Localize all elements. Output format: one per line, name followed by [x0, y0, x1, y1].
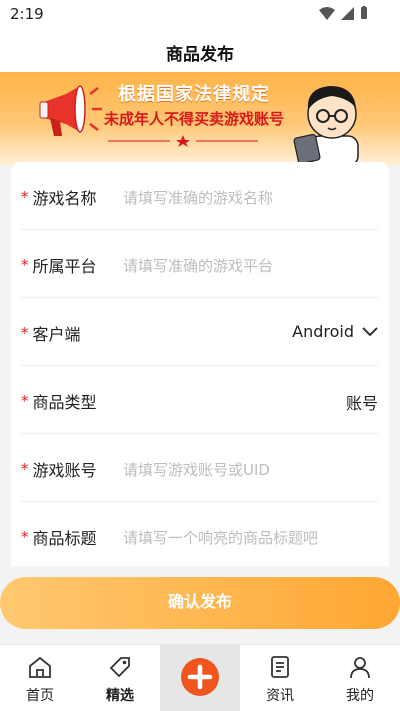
client-label: 客户端	[32, 325, 81, 344]
battery-icon	[361, 6, 367, 19]
required-mark: *	[21, 256, 29, 274]
required-mark: *	[21, 460, 29, 478]
megaphone-icon	[39, 85, 102, 136]
nav-item-home[interactable]: 首页	[0, 645, 80, 711]
banner-line-1: 根据国家法律规定	[118, 84, 270, 105]
signal-icon	[341, 6, 354, 20]
boy-with-phone-illustration	[293, 86, 359, 166]
home-icon	[29, 656, 51, 678]
product-type-label: 商品类型	[32, 393, 97, 412]
nav-item-mine[interactable]: 我的	[320, 645, 400, 711]
platform-label: 所属平台	[32, 257, 97, 276]
publish-form: * 游戏名称 请填写准确的游戏名称 * 所属平台 请填写准确的游戏平台 * 客户端 A…	[11, 162, 389, 566]
required-mark: *	[21, 188, 29, 206]
divider-star-icon	[108, 135, 258, 147]
nav-label-home: 首页	[26, 688, 54, 704]
page-header: 商品发布	[0, 28, 400, 72]
nav-item-publish[interactable]	[160, 645, 240, 711]
nav-label-news: 资讯	[266, 688, 294, 704]
game-account-row[interactable]: * 游戏账号 请填写游戏账号或UID	[21, 434, 378, 502]
platform-input[interactable]: 请填写准确的游戏平台	[123, 255, 273, 276]
banner-line-2: 未成年人不得买卖游戏账号	[104, 110, 285, 128]
client-select[interactable]: Android	[292, 322, 378, 341]
game-account-label: 游戏账号	[32, 461, 97, 480]
nav-label-mine: 我的	[346, 688, 374, 704]
bottom-nav: 首页 精选 资讯 我的	[0, 644, 400, 711]
product-title-input[interactable]: 请填写一个响亮的商品标题吧	[123, 527, 318, 548]
plus-icon	[181, 658, 219, 696]
chevron-down-icon	[362, 326, 378, 336]
wifi-icon	[319, 6, 335, 20]
game-name-row[interactable]: * 游戏名称 请填写准确的游戏名称	[21, 162, 378, 230]
game-name-label: 游戏名称	[32, 189, 97, 208]
product-title-row[interactable]: * 商品标题 请填写一个响亮的商品标题吧	[21, 502, 378, 566]
nav-label-featured: 精选	[106, 688, 134, 704]
status-icons	[319, 6, 368, 20]
confirm-area: 确认发布	[0, 566, 400, 644]
game-name-input[interactable]: 请填写准确的游戏名称	[123, 187, 273, 208]
nav-item-featured[interactable]: 精选	[80, 645, 160, 711]
status-time: 2:19	[10, 5, 44, 23]
confirm-publish-button[interactable]: 确认发布	[0, 577, 400, 629]
client-row[interactable]: * 客户端 Android	[21, 298, 378, 366]
product-type-value[interactable]: 账号	[346, 390, 378, 414]
page-title: 商品发布	[166, 45, 234, 65]
platform-row[interactable]: * 所属平台 请填写准确的游戏平台	[21, 230, 378, 298]
notice-banner: 根据国家法律规定 未成年人不得买卖游戏账号	[0, 72, 400, 166]
person-icon	[350, 657, 370, 679]
required-mark: *	[21, 528, 29, 546]
status-bar: 2:19	[0, 0, 400, 28]
required-mark: *	[21, 324, 29, 342]
required-mark: *	[21, 392, 29, 410]
nav-item-news[interactable]: 资讯	[240, 645, 320, 711]
game-account-input[interactable]: 请填写游戏账号或UID	[123, 459, 270, 480]
document-icon	[271, 656, 289, 678]
tag-icon	[109, 657, 130, 678]
client-value: Android	[292, 322, 354, 341]
product-title-label: 商品标题	[32, 529, 97, 548]
product-type-row[interactable]: * 商品类型 账号	[21, 366, 378, 434]
